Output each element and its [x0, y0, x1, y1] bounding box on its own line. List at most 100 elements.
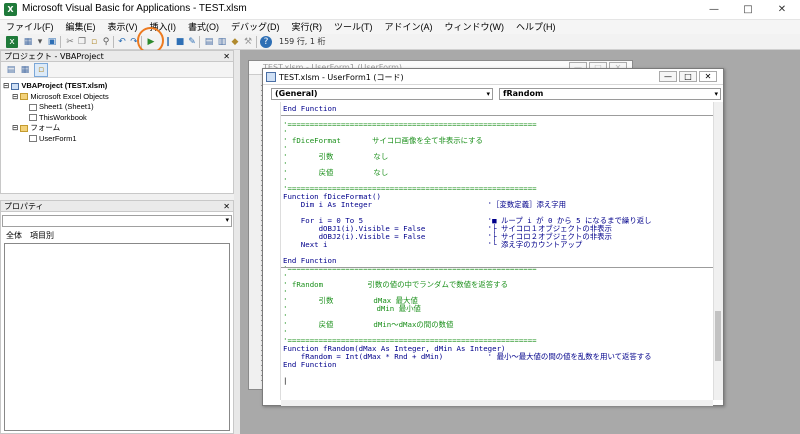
- toolbox-icon[interactable]: ⚒: [242, 36, 254, 48]
- menu-addins[interactable]: アドイン(A): [379, 20, 439, 34]
- properties-window-icon[interactable]: ▥: [216, 36, 228, 48]
- code-window-header: TEST.xlsm - UserForm1 (コード) — □ ✕: [263, 69, 723, 85]
- tab-alphabetic[interactable]: 全体: [2, 231, 26, 240]
- menu-edit[interactable]: 編集(E): [60, 20, 102, 34]
- copy-icon[interactable]: ❐: [76, 36, 88, 48]
- object-browser-icon[interactable]: ◆: [229, 36, 241, 48]
- scrollbar-thumb[interactable]: [715, 311, 721, 361]
- project-explorer-panel: プロジェクト - VBAProject ✕ ▤ ▦ ▫ ⊟ VBAProject…: [0, 50, 234, 194]
- close-icon[interactable]: ✕: [223, 51, 230, 62]
- object-dropdown[interactable]: (General) ▾: [271, 88, 493, 100]
- workbook-icon: [29, 114, 37, 122]
- project-tree: ⊟ VBAProject (TEST.xlsm) ⊟ Microsoft Exc…: [3, 81, 109, 144]
- object-dropdown-value: (General): [275, 89, 318, 98]
- menu-debug[interactable]: デバッグ(D): [225, 20, 286, 34]
- code-line[interactable]: End Function: [283, 361, 336, 369]
- standard-toolbar: x ▦ ▾ ▣ ✂ ❐ ▫ ⚲ ↶ ↷ ▶ ❙ ■ ✎ ▤ ▥ ◆ ⚒ ? 15…: [0, 34, 800, 50]
- code-module-icon: [266, 72, 276, 82]
- project-toolbar: ▤ ▦ ▫: [1, 62, 233, 78]
- code-line[interactable]: ' 戻値 dMin〜dMaxの間の数値: [283, 321, 453, 329]
- code-line[interactable]: Dim i As Integer '［変数定義］添え字用: [283, 201, 566, 209]
- maximize-icon[interactable]: □: [679, 71, 697, 82]
- folder-icon: [20, 93, 29, 101]
- chevron-down-icon: ▾: [225, 216, 229, 224]
- procedure-divider: [281, 115, 713, 116]
- menu-bar: ファイル(F) 編集(E) 表示(V) 挿入(I) 書式(O) デバッグ(D) 実行(R) ツ…: [0, 20, 800, 34]
- maximize-icon[interactable]: □: [731, 0, 765, 20]
- code-line[interactable]: ' 戻値 なし: [283, 169, 388, 177]
- procedure-dropdown[interactable]: fRandom ▾: [499, 88, 721, 100]
- horizontal-scrollbar[interactable]: [281, 400, 713, 406]
- code-line[interactable]: ' fDiceFormat サイコロ画像を全て非表示にする: [283, 137, 483, 145]
- view-excel-icon[interactable]: x: [6, 36, 18, 48]
- tree-item-thisworkbook[interactable]: ThisWorkbook: [3, 113, 109, 124]
- code-line[interactable]: fRandom = Int(dMax * Rnd + dMin) ' 最小〜最大…: [283, 353, 652, 361]
- title-bar: X Microsoft Visual Basic for Application…: [0, 0, 800, 20]
- design-mode-icon[interactable]: ✎: [186, 36, 198, 48]
- chevron-down-icon: ▾: [486, 90, 490, 98]
- properties-panel-title: プロパティ: [4, 202, 44, 211]
- tree-item-userform1[interactable]: UserForm1: [3, 134, 109, 145]
- code-margin-bar[interactable]: [263, 102, 281, 400]
- code-line[interactable]: '=======================================…: [283, 121, 537, 129]
- toggle-folders-icon[interactable]: ▫: [34, 63, 48, 77]
- mdi-workspace: TEST.xlsm - UserForm1 (UserForm) — □ ✕ T…: [240, 50, 800, 434]
- menu-view[interactable]: 表示(V): [102, 20, 144, 34]
- find-icon[interactable]: ⚲: [100, 36, 112, 48]
- save-icon[interactable]: ▣: [46, 36, 58, 48]
- code-line[interactable]: ' 引数 なし: [283, 153, 388, 161]
- menu-file[interactable]: ファイル(F): [0, 20, 60, 34]
- code-window-title: TEST.xlsm - UserForm1 (コード): [279, 73, 404, 82]
- window-title: Microsoft Visual Basic for Applications …: [22, 3, 247, 14]
- tab-categorized[interactable]: 項目別: [26, 231, 58, 240]
- minimize-icon[interactable]: —: [659, 71, 677, 82]
- project-panel-title: プロジェクト - VBAProject: [4, 52, 104, 61]
- insert-module-icon[interactable]: ▦: [22, 36, 34, 48]
- properties-panel: プロパティ ✕ ▾ 全体 項目別: [0, 200, 234, 434]
- view-code-icon[interactable]: ▤: [5, 64, 17, 76]
- folder-icon: [20, 124, 29, 132]
- procedure-divider: [281, 267, 713, 268]
- menu-run[interactable]: 実行(R): [286, 20, 329, 34]
- excel-app-icon: X: [4, 3, 17, 16]
- code-line[interactable]: ' fRandom 引数の値の中でランダムで数値を返答する: [283, 281, 508, 289]
- tree-item-vbaproject[interactable]: ⊟ VBAProject (TEST.xlsm): [3, 81, 109, 92]
- minimize-icon[interactable]: —: [697, 0, 731, 20]
- menu-format[interactable]: 書式(O): [182, 20, 225, 34]
- menu-window[interactable]: ウィンドウ(W): [439, 20, 511, 34]
- undo-icon[interactable]: ↶: [116, 36, 128, 48]
- project-panel-header: プロジェクト - VBAProject ✕: [1, 51, 233, 62]
- help-icon[interactable]: ?: [260, 36, 272, 48]
- tree-item-excel-objects[interactable]: ⊟ Microsoft Excel Objects: [3, 92, 109, 103]
- chevron-down-icon[interactable]: ▾: [34, 36, 46, 48]
- vba-project-icon: [11, 82, 20, 90]
- tree-item-forms[interactable]: ⊟ フォーム: [3, 123, 109, 134]
- toolbar-separator: [60, 36, 61, 48]
- code-line[interactable]: ' dMin 最小値: [283, 305, 421, 313]
- close-icon[interactable]: ✕: [765, 0, 799, 20]
- chevron-down-icon: ▾: [714, 90, 718, 98]
- properties-panel-header: プロパティ ✕: [1, 201, 233, 212]
- cursor-position-readout: 159 行, 1 桁: [279, 37, 326, 46]
- code-editor[interactable]: End Function '===========================…: [281, 102, 713, 400]
- code-window: TEST.xlsm - UserForm1 (コード) — □ ✕ (Gener…: [262, 68, 724, 406]
- code-line[interactable]: Next i '└ 添え字のカウントアップ: [283, 241, 583, 249]
- code-line[interactable]: End Function: [283, 105, 336, 113]
- sheet-icon: [29, 103, 37, 111]
- properties-tabs: 全体 項目別: [2, 230, 232, 242]
- close-icon[interactable]: ✕: [223, 201, 230, 212]
- menu-help[interactable]: ヘルプ(H): [510, 20, 562, 34]
- reset-icon[interactable]: ■: [174, 36, 186, 48]
- toolbar-separator: [199, 36, 200, 48]
- paste-icon[interactable]: ▫: [88, 36, 100, 48]
- code-line[interactable]: |: [283, 377, 287, 385]
- object-selector-dropdown[interactable]: ▾: [2, 215, 232, 227]
- close-icon[interactable]: ✕: [699, 71, 717, 82]
- form-icon: [29, 135, 37, 143]
- view-object-icon[interactable]: ▦: [19, 64, 31, 76]
- cut-icon[interactable]: ✂: [64, 36, 76, 48]
- toolbar-separator: [113, 36, 114, 48]
- project-explorer-icon[interactable]: ▤: [203, 36, 215, 48]
- menu-tools[interactable]: ツール(T): [328, 20, 379, 34]
- tree-item-sheet1[interactable]: Sheet1 (Sheet1): [3, 102, 109, 113]
